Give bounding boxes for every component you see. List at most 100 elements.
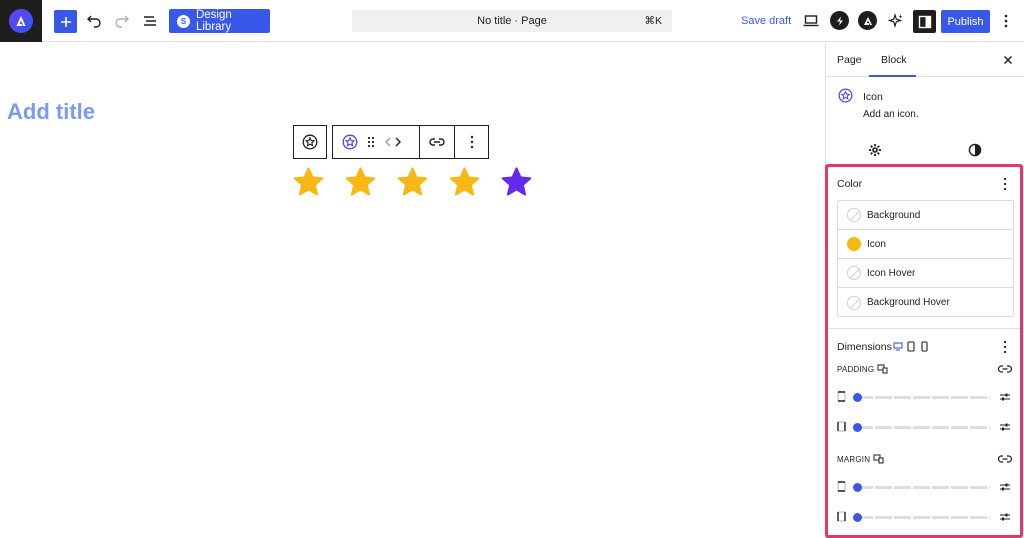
star-circle-icon xyxy=(838,88,853,103)
slider-track[interactable] xyxy=(856,396,990,399)
contrast-icon[interactable] xyxy=(968,143,982,157)
color-item-label: Background Hover xyxy=(867,297,950,308)
star-icon[interactable] xyxy=(292,166,325,199)
save-draft-button[interactable]: Save draft xyxy=(741,15,791,27)
empty-swatch xyxy=(847,208,861,222)
slider-track[interactable] xyxy=(856,516,990,519)
star-icon[interactable] xyxy=(448,166,481,199)
stackable-icon: S xyxy=(177,14,190,28)
spectra-button[interactable] xyxy=(858,11,877,30)
custom-value-icon[interactable] xyxy=(999,481,1011,493)
tab-block[interactable]: Block xyxy=(881,54,907,66)
tablet-icon[interactable] xyxy=(907,341,915,352)
move-right-icon[interactable] xyxy=(394,136,402,148)
plus-icon xyxy=(60,16,71,27)
custom-value-icon[interactable] xyxy=(999,511,1011,523)
responsive-devices-icon[interactable] xyxy=(873,454,884,464)
horizontal-sides-icon xyxy=(837,511,846,522)
padding-vertical-control xyxy=(837,390,1017,404)
document-overview-button[interactable] xyxy=(140,11,160,31)
color-item-icon-hover[interactable]: Icon Hover xyxy=(838,259,1013,288)
block-description: Add an icon. xyxy=(863,109,919,120)
color-item-label: Icon xyxy=(867,238,886,250)
settings-sidebar-toggle[interactable] xyxy=(913,10,936,33)
empty-swatch xyxy=(847,295,861,310)
vertical-sides-icon xyxy=(837,481,846,492)
more-vertical-icon xyxy=(470,135,473,149)
more-vertical-icon[interactable] xyxy=(1000,340,1010,354)
icon-color-swatch xyxy=(847,237,861,251)
move-left-icon[interactable] xyxy=(384,136,392,148)
gear-icon[interactable] xyxy=(868,143,882,157)
drag-handle-icon[interactable] xyxy=(366,135,376,149)
star-icon-selected[interactable] xyxy=(500,166,533,199)
parent-block-button[interactable] xyxy=(294,126,326,158)
block-options-button[interactable] xyxy=(455,126,488,158)
editor-header: S Design Library No title · Page ⌘K Save… xyxy=(0,0,1024,42)
empty-swatch xyxy=(847,266,861,280)
preview-button[interactable] xyxy=(801,11,821,31)
link-sides-icon[interactable] xyxy=(998,364,1012,374)
link-sides-icon[interactable] xyxy=(998,454,1012,464)
margin-label: MARGIN xyxy=(837,455,871,464)
close-icon[interactable] xyxy=(1001,53,1015,67)
horizontal-sides-icon xyxy=(837,421,846,432)
dimensions-panel-title[interactable]: Dimensions xyxy=(837,341,892,353)
inspector-sub-tabs xyxy=(826,139,1024,165)
slider-thumb[interactable] xyxy=(853,393,862,402)
custom-value-icon[interactable] xyxy=(999,421,1011,433)
padding-horizontal-control xyxy=(837,420,1017,434)
options-menu-button[interactable] xyxy=(999,12,1013,30)
color-item-label: Icon Hover xyxy=(867,267,916,279)
undo-button[interactable] xyxy=(84,11,104,31)
panel-divider xyxy=(826,328,1024,329)
mobile-icon[interactable] xyxy=(921,341,928,352)
document-title-bar[interactable]: No title · Page ⌘K xyxy=(352,10,672,32)
color-settings-list: Background Icon Icon Hover Background Ho… xyxy=(837,200,1014,317)
more-vertical-icon[interactable] xyxy=(1000,177,1010,191)
icon-block-icon[interactable] xyxy=(342,134,358,150)
slider-thumb[interactable] xyxy=(853,483,862,492)
custom-value-icon[interactable] xyxy=(999,391,1011,403)
star-circle-icon xyxy=(302,134,318,150)
slider-track[interactable] xyxy=(856,486,990,489)
parent-block-selector[interactable] xyxy=(293,125,327,159)
design-library-label: Design Library xyxy=(195,9,232,33)
color-item-label: Background xyxy=(867,209,921,221)
add-block-button[interactable] xyxy=(54,10,77,33)
responsive-devices-icon[interactable] xyxy=(877,364,888,374)
tab-page[interactable]: Page xyxy=(837,54,862,66)
design-library-button[interactable]: S Design Library xyxy=(169,9,270,33)
color-item-background[interactable]: Background xyxy=(838,201,1013,230)
icon-row xyxy=(292,166,533,199)
undo-icon xyxy=(87,15,101,28)
color-item-background-hover[interactable]: Background Hover xyxy=(838,288,1013,317)
desktop-icon xyxy=(803,15,819,27)
block-name: Icon xyxy=(863,91,883,103)
site-logo-button[interactable] xyxy=(0,0,42,42)
active-tab-indicator xyxy=(869,75,916,77)
sidebar-tabs: Page Block xyxy=(826,43,1024,77)
more-vertical-icon xyxy=(1004,14,1008,28)
color-item-icon[interactable]: Icon xyxy=(838,230,1013,259)
color-panel-title[interactable]: Color xyxy=(837,178,862,190)
document-title: No title · Page xyxy=(477,15,547,27)
star-icon[interactable] xyxy=(344,166,377,199)
ai-assistant-button[interactable] xyxy=(886,11,906,31)
star-icon[interactable] xyxy=(396,166,429,199)
post-title-input[interactable]: Add title xyxy=(7,99,95,125)
command-shortcut: ⌘K xyxy=(644,15,662,27)
slider-track[interactable] xyxy=(856,426,990,429)
sidebar-icon xyxy=(918,15,931,28)
desktop-icon[interactable] xyxy=(893,342,903,351)
sparkle-icon xyxy=(888,13,903,29)
slider-thumb[interactable] xyxy=(853,423,862,432)
vertical-sides-icon xyxy=(837,391,846,402)
publish-button[interactable]: Publish xyxy=(941,10,990,33)
list-view-icon xyxy=(144,16,156,26)
link-button[interactable] xyxy=(420,126,455,158)
slider-thumb[interactable] xyxy=(853,513,862,522)
stackable-settings-button[interactable] xyxy=(830,11,849,30)
redo-button[interactable] xyxy=(112,11,132,31)
bolt-icon xyxy=(836,16,843,25)
